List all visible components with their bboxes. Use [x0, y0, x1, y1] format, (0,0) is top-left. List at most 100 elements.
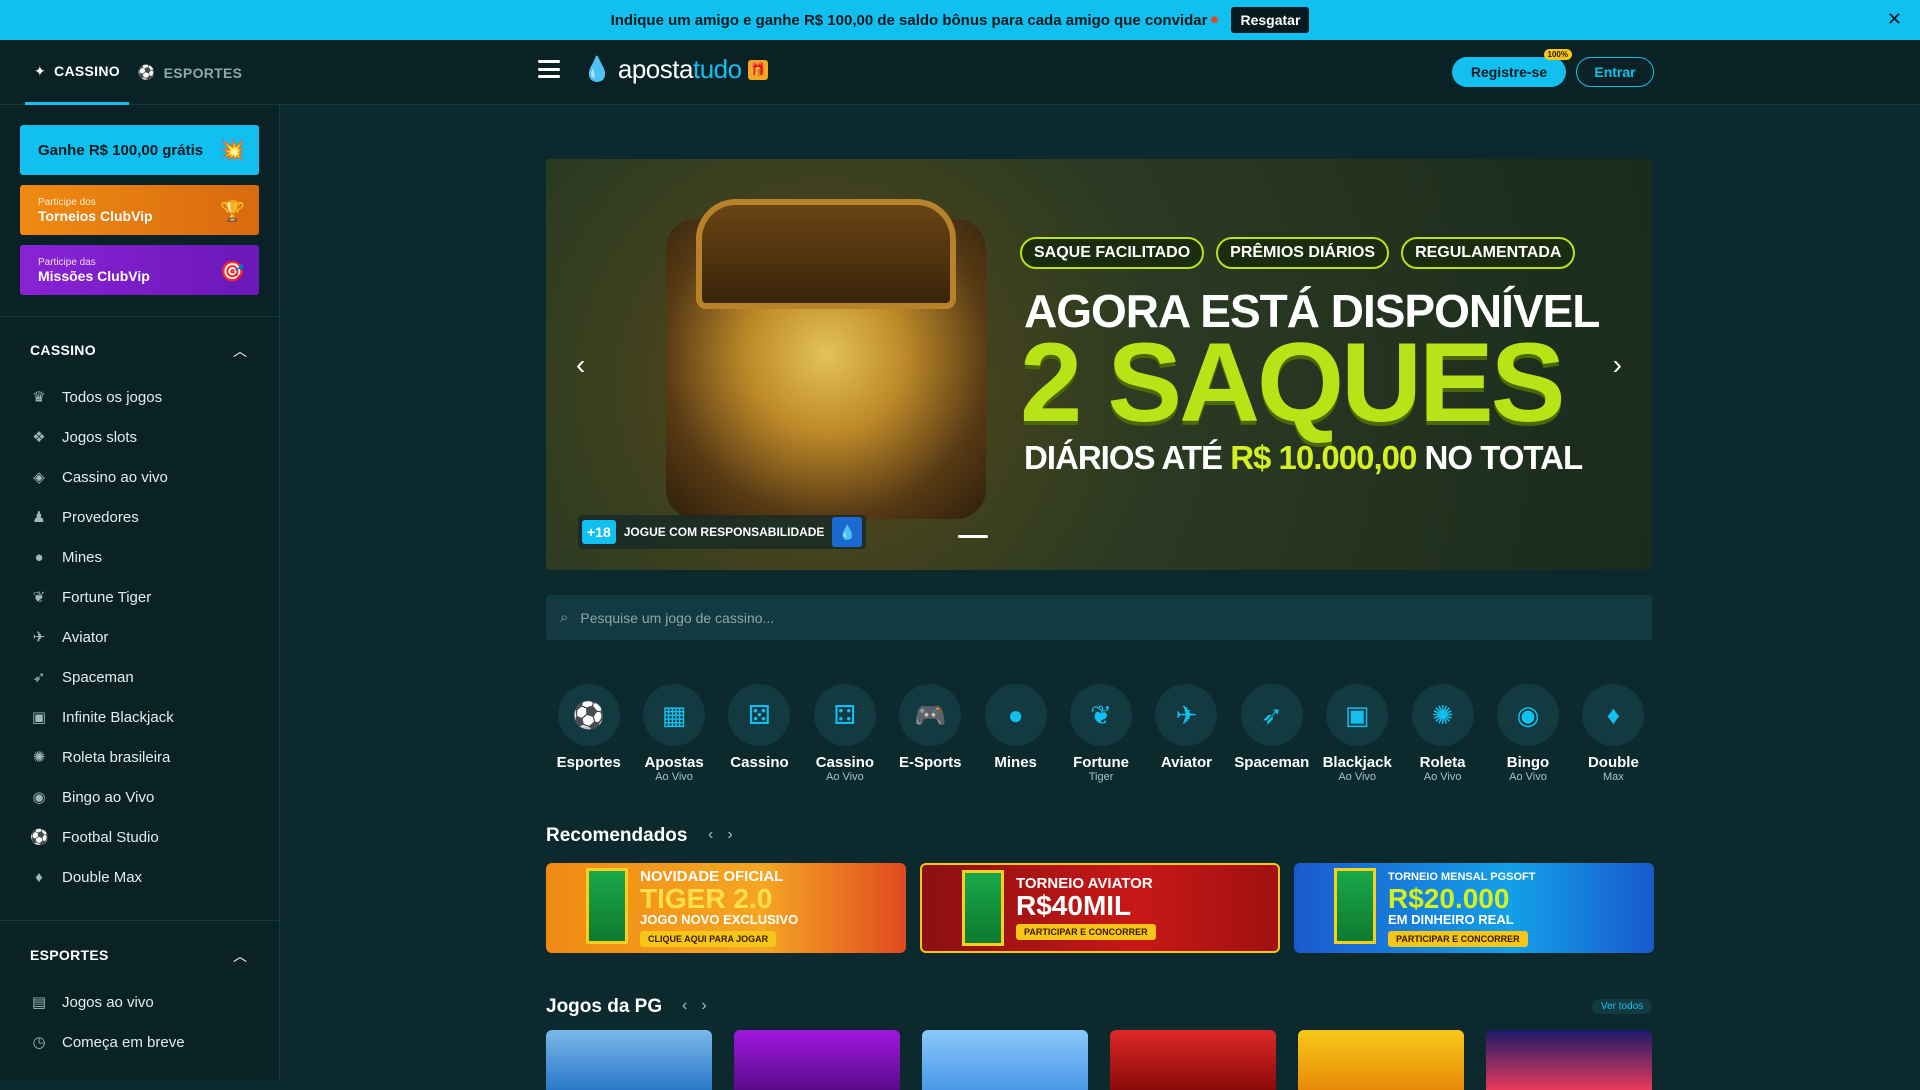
sidebar-item-provedores[interactable]: ♟ Provedores [30, 497, 174, 537]
live-bets-icon: ▦ [643, 684, 706, 746]
game-thumbnail[interactable] [1486, 1030, 1652, 1090]
category-aviator[interactable]: ✈ Aviator [1144, 684, 1229, 783]
trophy-icon: 🏆 [220, 201, 245, 223]
missoes-clubvip-button[interactable]: Participe das Missões ClubVip 🎯 [20, 245, 259, 295]
promo-cta[interactable]: CLIQUE AQUI PARA JOGAR [640, 931, 777, 947]
category-blackjack-ao-vivo[interactable]: ▣ Blackjack Ao Vivo [1315, 684, 1400, 783]
banner-headline-2: 2 SAQUES [1020, 320, 1565, 445]
category-esportes[interactable]: ⚽ Esportes [546, 684, 631, 783]
sidebar-item-roleta-brasileira[interactable]: ✺ Roleta brasileira [30, 737, 174, 777]
game-search: ⌕ [546, 595, 1652, 640]
plane-icon: ✈ [1155, 684, 1218, 746]
live-icon: ▤ [31, 994, 47, 1011]
esportes-section-title: ESPORTES [30, 947, 109, 963]
game-thumbnail[interactable] [922, 1030, 1088, 1090]
target-icon: 🎯 [220, 261, 245, 283]
hero-banner[interactable]: SAQUE FACILITADO PRÊMIOS DIÁRIOS REGULAM… [546, 159, 1652, 570]
banner-pill: PRÊMIOS DIÁRIOS [1216, 237, 1390, 269]
jogos-pg-arrows: ‹› [682, 997, 721, 1015]
promo-cta[interactable]: PARTICIPAR E CONCORRER [1388, 931, 1528, 947]
sidebar-item-cassino-ao-vivo[interactable]: ◈ Cassino ao vivo [30, 457, 174, 497]
missoes-large-label: Missões ClubVip [38, 267, 150, 284]
category-roleta-ao-vivo[interactable]: ✺ Roleta Ao Vivo [1400, 684, 1485, 783]
drop-icon: 💧 [832, 517, 863, 547]
menu-icon[interactable] [538, 60, 560, 78]
live-casino-icon: ◈ [33, 469, 45, 486]
responsibility-text: JOGUE COM RESPONSABILIDADE [623, 525, 825, 539]
sidebar-item-fortune-tiger[interactable]: ❦ Fortune Tiger [30, 577, 174, 617]
soccer-ball-icon: ⚽ [137, 64, 156, 80]
sidebar-item-todos-os-jogos[interactable]: ♛ Todos os jogos [30, 377, 174, 417]
sidebar-item-jogos-slots[interactable]: ❖ Jogos slots [30, 417, 174, 457]
promo-card-tiger[interactable]: NOVIDADE OFICIAL TIGER 2.0 JOGO NOVO EXC… [546, 863, 906, 953]
sidebar-item-mines[interactable]: ● Mines [30, 537, 174, 577]
sidebar-item-comeca-em-breve[interactable]: ◷ Começa em breve [30, 1022, 184, 1062]
category-fortune-tiger[interactable]: ❦ Fortune Tiger [1058, 684, 1143, 783]
recomendados-carousel: NOVIDADE OFICIAL TIGER 2.0 JOGO NOVO EXC… [546, 863, 1654, 953]
paw-icon: ❦ [1070, 684, 1133, 746]
card-icon: ▣ [1326, 684, 1389, 746]
cassino-icon: ✦ [34, 62, 47, 79]
promo-cta[interactable]: PARTICIPAR E CONCORRER [1016, 924, 1156, 940]
chevron-left-icon[interactable]: ‹ [682, 997, 701, 1014]
tab-esportes[interactable]: ⚽ ESPORTES [129, 40, 251, 105]
banner-pill: REGULAMENTADA [1401, 237, 1576, 269]
category-double-max[interactable]: ♦ Double Max [1571, 684, 1656, 783]
login-button[interactable]: Entrar [1576, 57, 1654, 87]
chevron-right-icon[interactable]: › [701, 997, 720, 1014]
banner-pill: SAQUE FACILITADO [1020, 237, 1205, 269]
torneios-clubvip-button[interactable]: Participe dos Torneios ClubVip 🏆 [20, 185, 259, 235]
gift-icon[interactable]: 🎁 [747, 59, 768, 80]
resgatar-button[interactable]: Resgatar [1231, 7, 1310, 33]
category-bingo-ao-vivo[interactable]: ◉ Bingo Ao Vivo [1485, 684, 1570, 783]
provider-icon: ♟ [32, 509, 46, 526]
register-button[interactable]: Registre-se 100% [1452, 49, 1572, 87]
search-icon: ⌕ [560, 609, 569, 626]
carousel-indicator[interactable] [958, 535, 988, 538]
category-cassino[interactable]: ⚄ Cassino [717, 684, 802, 783]
bonus-badge: 100% [1543, 49, 1572, 60]
category-strip: ⚽ Esportes ▦ Apostas Ao Vivo ⚄ Cassino ⚃ Cass… [546, 684, 1656, 783]
category-e-sports[interactable]: 🎮 E-Sports [888, 684, 973, 783]
promo-card-pgsoft[interactable]: TORNEIO MENSAL PGSOFT R$20.000 EM DINHEI… [1294, 863, 1654, 953]
sidebar: Ganhe R$ 100,00 grátis 💥 Participe dos T… [0, 105, 280, 1080]
category-cassino-ao-vivo[interactable]: ⚃ Cassino Ao Vivo [802, 684, 887, 783]
game-thumbnail[interactable] [1298, 1030, 1464, 1090]
sidebar-item-double-max[interactable]: ♦ Double Max [30, 857, 174, 897]
category-spaceman[interactable]: ➶ Spaceman [1229, 684, 1314, 783]
chevron-up-icon[interactable]: ︿ [233, 946, 247, 966]
sidebar-item-spaceman[interactable]: ➶ Spaceman [30, 657, 174, 697]
card-icon: ▣ [31, 709, 47, 726]
free-bonus-button[interactable]: Ganhe R$ 100,00 grátis 💥 [20, 125, 259, 175]
drop-icon: 💧 [582, 56, 612, 83]
site-logo[interactable]: 💧 apostatudo 🎁 [582, 54, 768, 85]
sidebar-item-infinite-blackjack[interactable]: ▣ Infinite Blackjack [30, 697, 174, 737]
torneios-large-label: Torneios ClubVip [38, 207, 153, 224]
sidebar-item-footbal-studio[interactable]: ⚽ Footbal Studio [30, 817, 174, 857]
category-apostas-ao-vivo[interactable]: ▦ Apostas Ao Vivo [631, 684, 716, 783]
sidebar-item-bingo-ao-vivo[interactable]: ◉ Bingo ao Vivo [30, 777, 174, 817]
ver-todos-link[interactable]: Ver todos [1592, 999, 1653, 1014]
live-dice-icon: ⚃ [813, 684, 876, 746]
sidebar-item-aviator[interactable]: ✈ Aviator [30, 617, 174, 657]
close-icon[interactable]: ✕ [1887, 9, 1902, 30]
category-mines[interactable]: ● Mines [973, 684, 1058, 783]
logo-text: apostatudo [617, 54, 742, 84]
chevron-left-icon[interactable]: ‹ [576, 349, 585, 381]
explosion-icon: 💥 [220, 139, 245, 162]
promo-card-aviator[interactable]: TORNEIO AVIATOR R$40MIL PARTICIPAR E CON… [920, 863, 1280, 953]
chevron-right-icon[interactable]: › [727, 826, 746, 843]
tab-cassino[interactable]: ✦ CASSINO [25, 40, 129, 105]
game-thumbnail[interactable] [734, 1030, 900, 1090]
site-header: ✦ CASSINO ⚽ ESPORTES 💧 apostatudo 🎁 Regi… [0, 40, 1920, 105]
rocket-icon: ➶ [32, 669, 46, 686]
game-thumbnail[interactable] [1110, 1030, 1276, 1090]
chevron-right-icon[interactable]: › [1613, 349, 1622, 381]
game-thumbnail[interactable] [546, 1030, 712, 1090]
sidebar-item-jogos-ao-vivo[interactable]: ▤ Jogos ao vivo [30, 982, 185, 1022]
soccer-ball-icon: ⚽ [557, 684, 620, 746]
search-input[interactable] [580, 609, 1581, 626]
chevron-up-icon[interactable]: ︿ [233, 341, 247, 361]
chevron-left-icon[interactable]: ‹ [708, 826, 727, 843]
bingo-icon: ◉ [1496, 684, 1559, 746]
